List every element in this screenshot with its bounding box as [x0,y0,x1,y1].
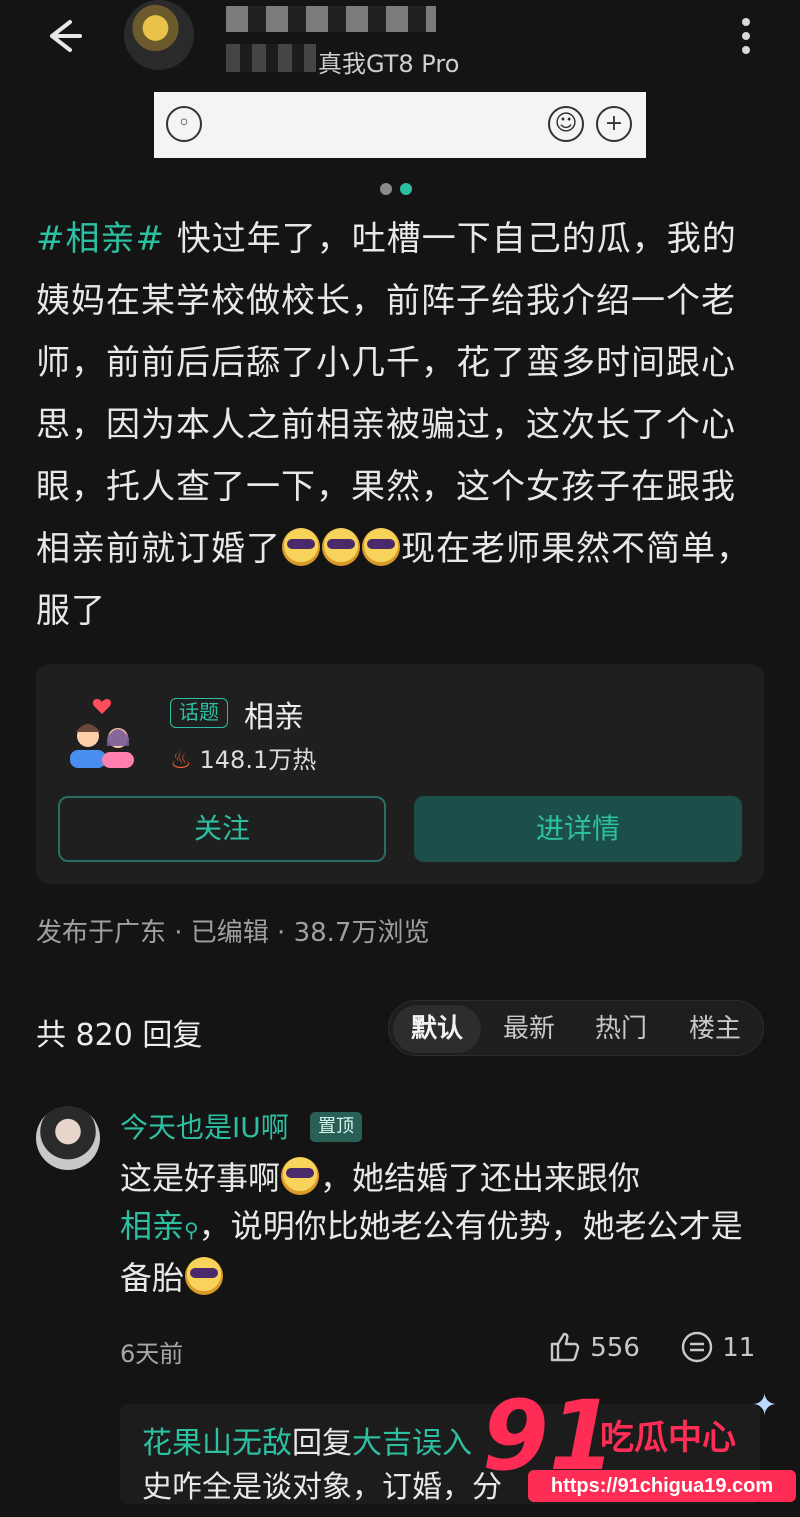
reply-count: 共 820 回复 [36,1018,203,1053]
sub-reply-user[interactable]: 花果山无敌 [142,1426,292,1461]
back-arrow-icon[interactable] [40,14,84,58]
hashtag-link[interactable]: #相亲# [36,219,165,259]
tab-default[interactable]: 默认 [393,1005,481,1053]
topic-heat-value: 148.1万热 [199,746,317,774]
device-label: 真我GT8 Pro [318,50,460,78]
commenter-name[interactable]: 今天也是IU啊 [120,1106,289,1146]
reply-count-value: 11 [722,1333,756,1363]
follow-button[interactable]: 关注 [58,796,386,862]
emoji-icon [281,1157,320,1195]
post-meta: 发布于广东 · 已编辑 · 38.7万浏览 [36,918,430,948]
pinned-badge: 置顶 [310,1112,362,1142]
post-text: 快过年了，吐槽一下自己的瓜，我的姨妈在某学校做校长，前阵子给我介绍一个老师，前前… [36,219,737,569]
reply-button[interactable]: 11 [680,1330,755,1364]
sub-reply-line2: 史咋全是谈对象，订婚，分 [142,1470,502,1505]
topic-search-link[interactable]: 相亲⚲ [120,1207,199,1245]
like-count: 556 [590,1333,640,1363]
couple-icon [70,699,134,768]
search-icon: ⚲ [184,1218,199,1242]
add-icon[interactable]: + [596,106,632,142]
fire-icon: ♨ [170,746,192,774]
sort-tabs: 默认 最新 热门 楼主 [388,1000,764,1056]
topic-name: 相亲 [244,700,304,735]
reply-input-bar[interactable]: ◦ ☺ + [154,92,646,158]
watermark-title: 吃瓜中心 [600,1418,736,1458]
more-options-icon[interactable] [734,14,758,58]
watermark-url: https://91chigua19.com [528,1470,796,1502]
emoji-icon [362,528,400,566]
tab-latest[interactable]: 最新 [485,1005,573,1053]
emoji-icon [185,1257,224,1295]
comment-icon [681,1331,713,1363]
sparkle-icon: ✦ [752,1388,778,1423]
author-avatar[interactable] [124,0,194,70]
emoji-icon[interactable]: ☺ [548,106,584,142]
comment-time: 6天前 [120,1340,184,1368]
sub-reply-verb: 回复 [292,1426,352,1461]
topic-card[interactable]: 话题 相亲 ♨ 148.1万热 关注 进详情 [36,664,764,884]
pager-dot-active [400,183,412,195]
voice-icon[interactable]: ◦ [166,106,202,142]
top-bar: 真我GT8 Pro [0,0,800,90]
pager-dot [380,183,392,195]
comment-text: 这是好事啊 ，她结婚了还出来跟你 相亲⚲，说明你比她老公有优势，她老公才是备胎 [120,1154,760,1302]
thumbs-up-icon [550,1332,580,1362]
author-sub-blurred [226,44,316,72]
author-name-blurred[interactable] [226,6,436,32]
topic-badge: 话题 [170,698,228,728]
comment-text-a: 这是好事啊 [120,1159,281,1197]
detail-button[interactable]: 进详情 [414,796,742,862]
like-button[interactable]: 556 [548,1330,640,1364]
comment-text-b: ，她结婚了还出来跟你 [320,1159,641,1197]
post-body: #相亲# 快过年了，吐槽一下自己的瓜，我的姨妈在某学校做校长，前阵子给我介绍一个… [36,208,766,642]
topic-search-link-label: 相亲 [120,1207,185,1245]
sub-reply-target[interactable]: 大吉误入 [352,1426,472,1461]
emoji-icon [282,528,320,566]
emoji-icon [322,528,360,566]
tab-op[interactable]: 楼主 [671,1005,759,1053]
sub-reply-line1: 花果山无敌回复大吉误入 [142,1418,472,1462]
tab-hot[interactable]: 热门 [577,1005,665,1053]
commenter-avatar[interactable] [36,1106,100,1170]
image-pager-dots [380,180,420,199]
topic-heat: ♨ 148.1万热 [170,740,316,775]
